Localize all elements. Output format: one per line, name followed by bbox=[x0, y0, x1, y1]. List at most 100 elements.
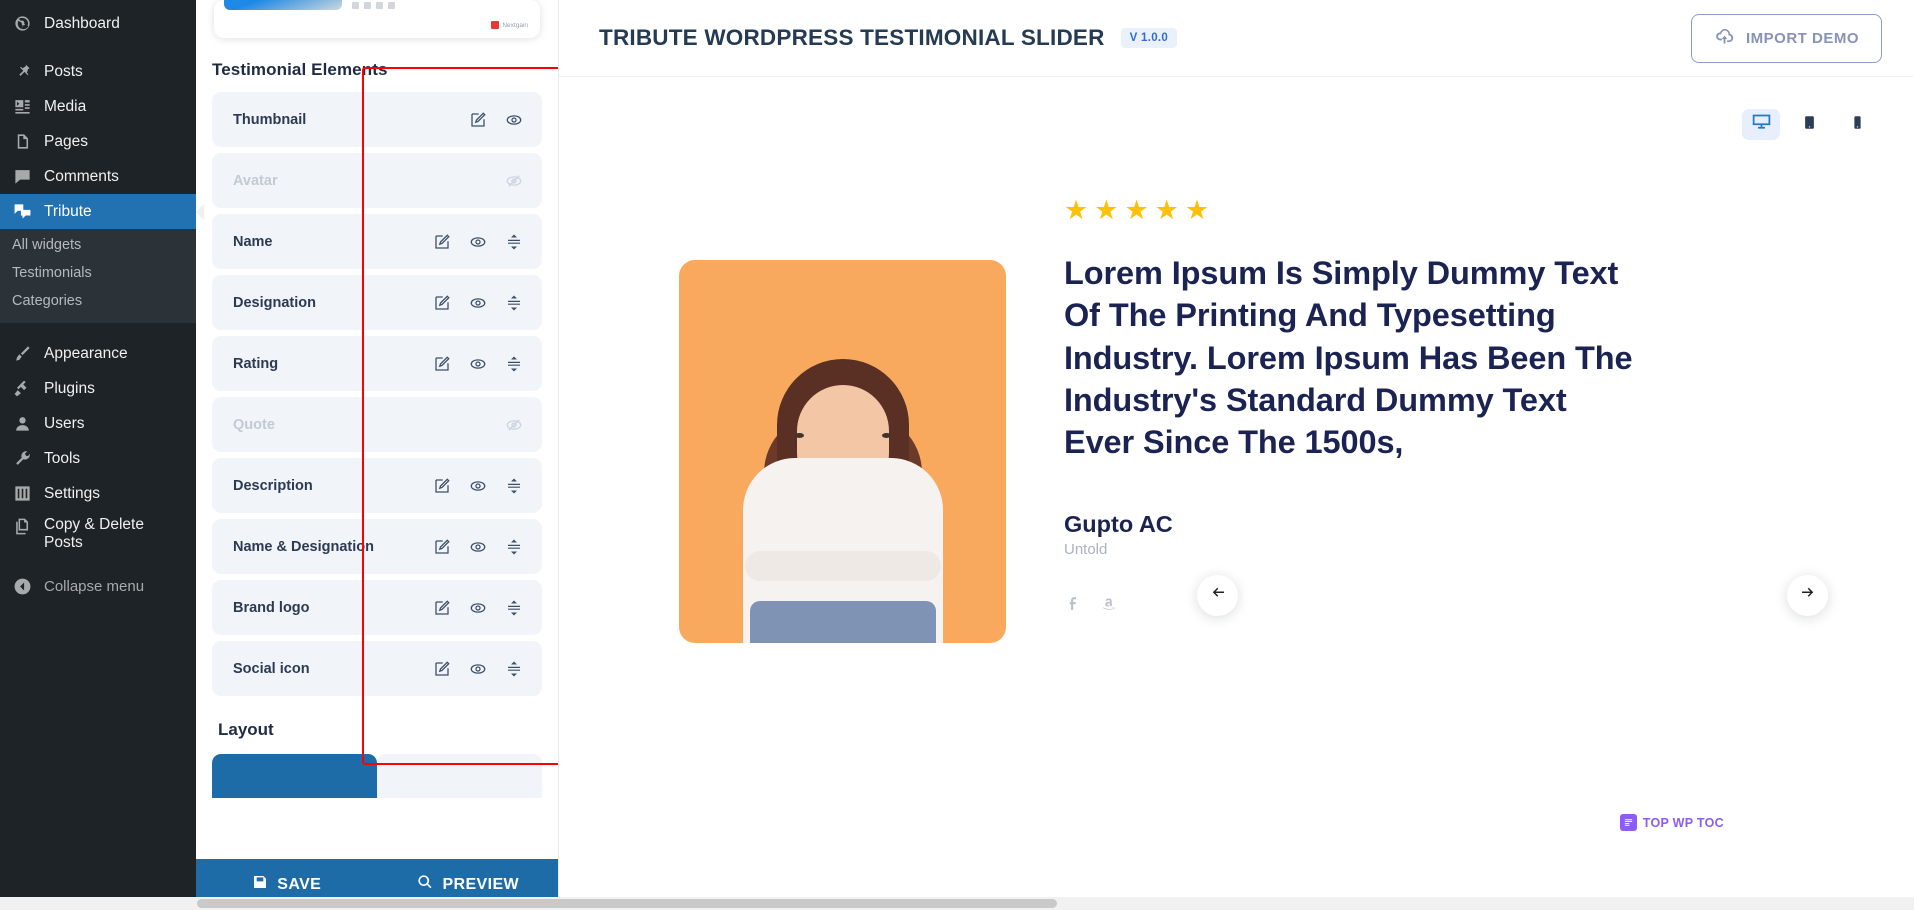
sidebar-item-testimonials[interactable]: Testimonials bbox=[0, 259, 196, 287]
sidebar-item-media[interactable]: Media bbox=[0, 89, 196, 124]
edit-icon[interactable] bbox=[432, 293, 451, 312]
sidebar-label: Tools bbox=[44, 449, 81, 467]
preview-button[interactable]: PREVIEW bbox=[378, 874, 559, 895]
eye-icon[interactable] bbox=[468, 293, 487, 312]
submenu-label: All widgets bbox=[12, 237, 82, 253]
collapse-label: Collapse menu bbox=[44, 578, 145, 595]
element-actions bbox=[468, 110, 523, 129]
collapse-arrow-icon bbox=[12, 576, 33, 597]
device-toggle-desktop[interactable] bbox=[1742, 109, 1780, 140]
element-row-social-icon[interactable]: Social icon bbox=[212, 641, 542, 696]
sidebar-label: Plugins bbox=[44, 379, 95, 397]
testimonial-quote: Lorem Ipsum Is Simply Dummy Text Of The … bbox=[1064, 255, 1633, 460]
import-demo-button[interactable]: IMPORT DEMO bbox=[1691, 13, 1882, 63]
header-left: TRIBUTE WORDPRESS TESTIMONIAL SLIDER V 1… bbox=[599, 25, 1178, 51]
amazon-icon[interactable] bbox=[1100, 594, 1117, 613]
eye-icon[interactable] bbox=[468, 354, 487, 373]
drag-handle-icon[interactable] bbox=[504, 659, 523, 678]
preview-card-content bbox=[214, 0, 540, 38]
drag-handle-icon[interactable] bbox=[504, 598, 523, 617]
element-row-description[interactable]: Description bbox=[212, 458, 542, 513]
drag-handle-icon[interactable] bbox=[504, 476, 523, 495]
testimonial-author: Gupto AC Untold bbox=[1064, 511, 1634, 558]
sidebar-item-comments[interactable]: Comments bbox=[0, 159, 196, 194]
copy-icon bbox=[12, 516, 33, 537]
eye-icon[interactable] bbox=[468, 476, 487, 495]
device-toggle-tablet[interactable] bbox=[1790, 109, 1828, 140]
edit-icon[interactable] bbox=[468, 110, 487, 129]
sidebar-item-users[interactable]: Users bbox=[0, 406, 196, 441]
element-actions bbox=[504, 171, 523, 190]
save-button[interactable]: SAVE bbox=[196, 874, 378, 895]
edit-icon[interactable] bbox=[432, 598, 451, 617]
mobile-icon bbox=[1850, 113, 1865, 137]
sidebar-item-tribute[interactable]: Tribute bbox=[0, 194, 204, 229]
widget-preview-thumbnail-card[interactable]: Nextgain bbox=[214, 0, 540, 38]
eye-icon[interactable] bbox=[504, 110, 523, 129]
element-row-name[interactable]: Name bbox=[212, 214, 542, 269]
element-row-brand-logo[interactable]: Brand logo bbox=[212, 580, 542, 635]
sidebar-item-settings[interactable]: Settings bbox=[0, 476, 196, 511]
tribute-submenu: All widgets Testimonials Categories bbox=[0, 229, 196, 323]
element-row-quote[interactable]: Quote bbox=[212, 397, 542, 452]
app-title: TRIBUTE WORDPRESS TESTIMONIAL SLIDER bbox=[599, 25, 1105, 50]
edit-icon[interactable] bbox=[432, 232, 451, 251]
element-row-thumbnail[interactable]: Thumbnail bbox=[212, 92, 542, 147]
drag-handle-icon[interactable] bbox=[504, 354, 523, 373]
element-actions bbox=[432, 293, 523, 312]
sidebar-item-tools[interactable]: Tools bbox=[0, 441, 196, 476]
layout-tab-selected[interactable] bbox=[212, 754, 377, 798]
pin-icon bbox=[12, 61, 33, 82]
slider-prev-button[interactable] bbox=[1197, 575, 1238, 616]
edit-icon[interactable] bbox=[432, 659, 451, 678]
sidebar-label: Copy & Delete Posts bbox=[44, 516, 144, 551]
testimonial-content: ★ ★ ★ ★ ★ Lorem Ipsum Is Simply Dummy Te… bbox=[1064, 197, 1634, 613]
eye-icon[interactable] bbox=[468, 598, 487, 617]
submenu-label: Categories bbox=[12, 293, 83, 309]
element-row-designation[interactable]: Designation bbox=[212, 275, 542, 330]
brush-icon bbox=[12, 343, 33, 364]
eye-icon[interactable] bbox=[468, 537, 487, 556]
sidebar-item-all-widgets[interactable]: All widgets bbox=[0, 231, 196, 259]
element-row-avatar[interactable]: Avatar bbox=[212, 153, 542, 208]
layout-tab-unselected[interactable] bbox=[377, 754, 542, 798]
sidebar-item-categories[interactable]: Categories bbox=[0, 287, 196, 315]
sidebar-item-pages[interactable]: Pages bbox=[0, 124, 196, 159]
layout-section-title: Layout bbox=[218, 720, 274, 739]
sidebar-divider bbox=[0, 323, 196, 336]
drag-handle-icon[interactable] bbox=[504, 537, 523, 556]
drag-handle-icon[interactable] bbox=[504, 293, 523, 312]
facebook-icon[interactable] bbox=[1064, 594, 1081, 613]
social-links bbox=[1064, 594, 1634, 613]
sidebar-item-dashboard[interactable]: Dashboard bbox=[0, 6, 196, 41]
horizontal-scrollbar[interactable] bbox=[0, 897, 1914, 910]
sidebar-item-posts[interactable]: Posts bbox=[0, 54, 196, 89]
drag-handle-icon[interactable] bbox=[504, 232, 523, 251]
scrollbar-thumb[interactable] bbox=[197, 899, 1057, 908]
eye-off-icon[interactable] bbox=[504, 171, 523, 190]
sidebar-item-copy-delete-posts[interactable]: Copy & Delete Posts bbox=[0, 511, 196, 556]
top-wp-toc-badge[interactable]: TOP WP TOC bbox=[1619, 814, 1724, 831]
testimonial-elements-list: Thumbnail Avatar Name Designation Rating… bbox=[196, 80, 558, 696]
edit-icon[interactable] bbox=[432, 476, 451, 495]
slider-next-button[interactable] bbox=[1787, 575, 1828, 616]
sidebar-label: Users bbox=[44, 414, 85, 432]
element-row-name-designation[interactable]: Name & Designation bbox=[212, 519, 542, 574]
edit-icon[interactable] bbox=[432, 354, 451, 373]
eye-icon[interactable] bbox=[468, 232, 487, 251]
sidebar-collapse-menu[interactable]: Collapse menu bbox=[0, 569, 196, 604]
sidebar-item-appearance[interactable]: Appearance bbox=[0, 336, 196, 371]
element-label: Name bbox=[233, 233, 273, 250]
sidebar-item-plugins[interactable]: Plugins bbox=[0, 371, 196, 406]
star-icon: ★ bbox=[1184, 195, 1210, 225]
element-label: Avatar bbox=[233, 172, 278, 189]
device-toggle-mobile[interactable] bbox=[1838, 109, 1876, 140]
edit-icon[interactable] bbox=[432, 537, 451, 556]
eye-off-icon[interactable] bbox=[504, 415, 523, 434]
dashboard-icon bbox=[12, 13, 33, 34]
sidebar-label: Pages bbox=[44, 132, 88, 150]
eye-icon[interactable] bbox=[468, 659, 487, 678]
comments-icon bbox=[12, 166, 33, 187]
element-row-rating[interactable]: Rating bbox=[212, 336, 542, 391]
sidebar-divider bbox=[0, 41, 196, 54]
